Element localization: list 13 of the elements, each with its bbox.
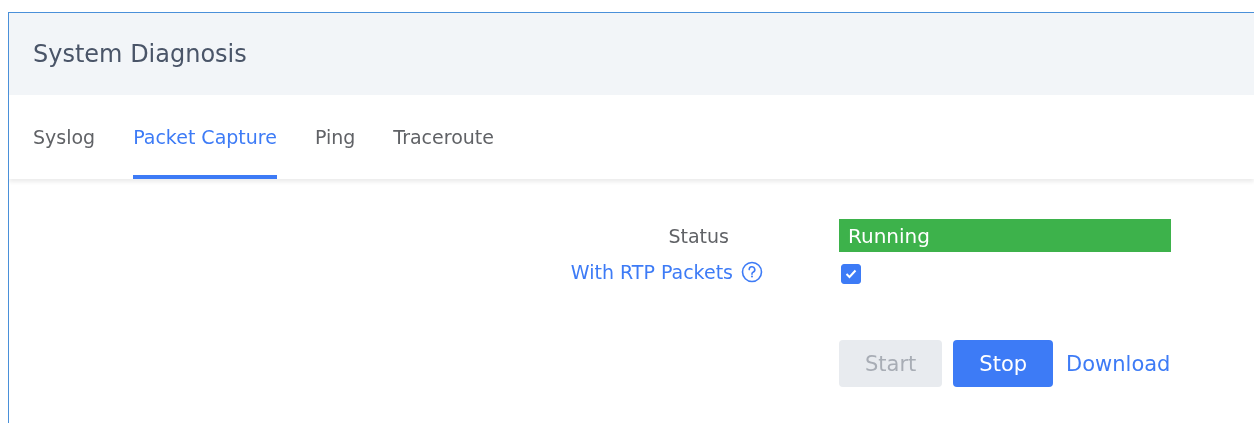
tab[interactable]: Packet Capture: [133, 95, 277, 179]
tab[interactable]: Ping: [314, 95, 356, 179]
tab[interactable]: Syslog: [33, 95, 96, 179]
page-title: System Diagnosis: [33, 40, 247, 68]
action-button[interactable]: Stop: [953, 340, 1054, 387]
checkmark-icon: [845, 269, 857, 279]
field-label: Status: [668, 224, 729, 247]
checkbox[interactable]: [841, 264, 861, 284]
tab[interactable]: Traceroute: [393, 95, 494, 179]
status-value: Running: [839, 219, 1171, 252]
field-label: With RTP Packets: [570, 261, 733, 283]
help-icon[interactable]: [741, 261, 763, 283]
download-link[interactable]: Download: [1066, 351, 1171, 376]
